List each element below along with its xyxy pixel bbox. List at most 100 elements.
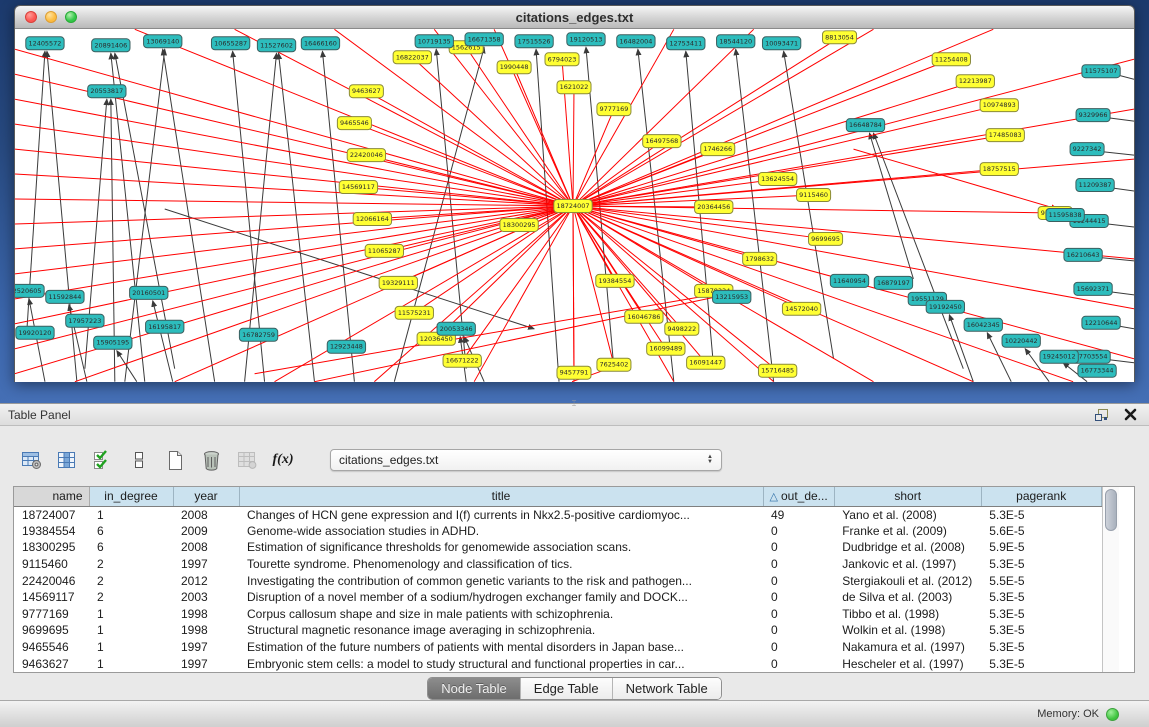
graph-node[interactable]: 1990448: [497, 61, 531, 74]
graph-node[interactable]: 12066164: [353, 212, 391, 225]
graph-node[interactable]: 9115460: [797, 189, 831, 202]
row-height-icon[interactable]: [128, 449, 150, 471]
close-panel-icon[interactable]: [1124, 408, 1137, 421]
graph-node[interactable]: 18724007: [554, 200, 592, 213]
graph-node[interactable]: 12405572: [26, 37, 64, 50]
graph-node[interactable]: 1621022: [557, 81, 591, 94]
graph-node[interactable]: 13215953: [713, 290, 751, 303]
graph-node[interactable]: 11592844: [46, 290, 84, 303]
graph-node[interactable]: 16773344: [1078, 364, 1116, 377]
graph-node[interactable]: 11595838: [1046, 208, 1084, 221]
graph-node[interactable]: 20364456: [695, 201, 733, 214]
graph-node[interactable]: 9465546: [337, 117, 371, 130]
graph-node[interactable]: 16210643: [1064, 248, 1102, 261]
graph-node[interactable]: 9498222: [665, 322, 699, 335]
graph-node[interactable]: 9777169: [597, 103, 631, 116]
float-panel-icon[interactable]: [1094, 408, 1109, 422]
graph-node[interactable]: 9463627: [349, 85, 383, 98]
import-table-icon[interactable]: [236, 449, 258, 471]
graph-node[interactable]: 20053346: [437, 322, 475, 335]
tab-edge-table[interactable]: Edge Table: [521, 678, 613, 699]
graph-node[interactable]: 8813054: [823, 31, 857, 44]
graph-node[interactable]: 15905195: [94, 336, 132, 349]
graph-node[interactable]: 20891406: [92, 39, 130, 52]
new-document-icon[interactable]: [164, 449, 186, 471]
table-row[interactable]: 2242004622012Investigating the contribut…: [14, 572, 1101, 589]
graph-node[interactable]: 16099489: [647, 342, 685, 355]
graph-node[interactable]: 14572040: [782, 302, 820, 315]
close-window-button[interactable]: [25, 11, 37, 23]
graph-node[interactable]: 1798632: [743, 252, 777, 265]
graph-node[interactable]: 17957223: [66, 314, 104, 327]
table-selector-dropdown[interactable]: citations_edges.txt ▲▼: [330, 449, 722, 471]
graph-node[interactable]: 18757515: [980, 163, 1018, 176]
graph-node[interactable]: 16822037: [393, 51, 431, 64]
graph-node[interactable]: 16091447: [687, 356, 725, 369]
graph-node[interactable]: 11527602: [257, 39, 295, 52]
table-row[interactable]: 1872400712008Changes of HCN gene express…: [14, 506, 1101, 523]
graph-node[interactable]: 11575231: [395, 306, 433, 319]
graph-node[interactable]: 11254408: [932, 53, 970, 66]
table-settings-icon[interactable]: [20, 449, 42, 471]
graph-node[interactable]: 16879197: [874, 276, 912, 289]
graph-node[interactable]: 10093471: [762, 37, 800, 50]
graph-node[interactable]: 16466160: [301, 37, 339, 50]
table-row[interactable]: 911546021997Tourette syndrome. Phenomeno…: [14, 556, 1101, 573]
delete-table-icon[interactable]: [200, 449, 222, 471]
graph-node[interactable]: 13069140: [144, 35, 182, 48]
minimize-window-button[interactable]: [45, 11, 57, 23]
table-panel-header[interactable]: ⌶ Table Panel: [0, 404, 1149, 426]
graph-node[interactable]: 19920120: [16, 326, 54, 339]
network-canvas[interactable]: 1872400718300295193845541682203715626151…: [15, 29, 1134, 382]
graph-node[interactable]: 9329966: [1076, 109, 1110, 122]
graph-node[interactable]: 16482004: [617, 35, 655, 48]
graph-node[interactable]: 11065287: [365, 244, 403, 257]
graph-node[interactable]: 19329111: [379, 276, 417, 289]
graph-node[interactable]: 16782759: [239, 328, 277, 341]
column-header-short[interactable]: short: [834, 487, 981, 506]
graph-node[interactable]: 12520605: [15, 284, 44, 297]
table-row[interactable]: 946554611997Estimation of the future num…: [14, 639, 1101, 656]
graph-node[interactable]: 16671358: [465, 33, 503, 46]
window-titlebar[interactable]: citations_edges.txt: [15, 6, 1134, 29]
graph-node[interactable]: 1746266: [701, 143, 735, 156]
graph-node[interactable]: 12923448: [327, 340, 365, 353]
zoom-window-button[interactable]: [65, 11, 77, 23]
graph-node[interactable]: 10220442: [1002, 334, 1040, 347]
table-row[interactable]: 1938455462009Genome-wide association stu…: [14, 523, 1101, 540]
graph-node[interactable]: 20553817: [88, 85, 126, 98]
column-header-name[interactable]: name: [14, 487, 89, 506]
graph-node[interactable]: 10719135: [415, 35, 453, 48]
graph-node[interactable]: 16671222: [443, 354, 481, 367]
graph-node[interactable]: 19192450: [926, 300, 964, 313]
graph-node[interactable]: 11209387: [1076, 179, 1114, 192]
graph-node[interactable]: 17485083: [986, 129, 1024, 142]
graph-node[interactable]: 9227342: [1070, 143, 1104, 156]
column-header-out_degree[interactable]: △out_de...: [763, 487, 834, 506]
panel-resize-grip[interactable]: ⌶: [566, 400, 582, 407]
graph-node[interactable]: 9699695: [809, 232, 843, 245]
column-header-pagerank[interactable]: pagerank: [981, 487, 1101, 506]
graph-node[interactable]: 15692371: [1074, 282, 1112, 295]
graph-node[interactable]: 20160501: [130, 286, 168, 299]
graph-node[interactable]: 10974893: [980, 99, 1018, 112]
tab-node-table[interactable]: Node Table: [428, 678, 521, 699]
graph-node[interactable]: 16648784: [846, 119, 884, 132]
graph-node[interactable]: 12210644: [1082, 316, 1120, 329]
graph-node[interactable]: 15716485: [758, 364, 796, 377]
table-row[interactable]: 969969511998Structural magnetic resonanc…: [14, 622, 1101, 639]
graph-node[interactable]: 16046786: [625, 310, 663, 323]
graph-node[interactable]: 11575107: [1082, 65, 1120, 78]
graph-node[interactable]: 16195817: [146, 320, 184, 333]
graph-node[interactable]: 13624554: [758, 173, 796, 186]
graph-node[interactable]: 18544120: [717, 35, 755, 48]
graph-node[interactable]: 12213987: [956, 75, 994, 88]
select-rows-icon[interactable]: [92, 449, 114, 471]
column-header-in_degree[interactable]: in_degree: [89, 487, 173, 506]
graph-node[interactable]: 22420046: [347, 149, 385, 162]
table-row[interactable]: 1456911722003Disruption of a novel membe…: [14, 589, 1101, 606]
graph-node[interactable]: 18300295: [500, 218, 538, 231]
function-builder-icon[interactable]: f(x): [272, 449, 294, 471]
graph-node[interactable]: 11640954: [830, 274, 868, 287]
graph-node[interactable]: 19120513: [567, 33, 605, 46]
